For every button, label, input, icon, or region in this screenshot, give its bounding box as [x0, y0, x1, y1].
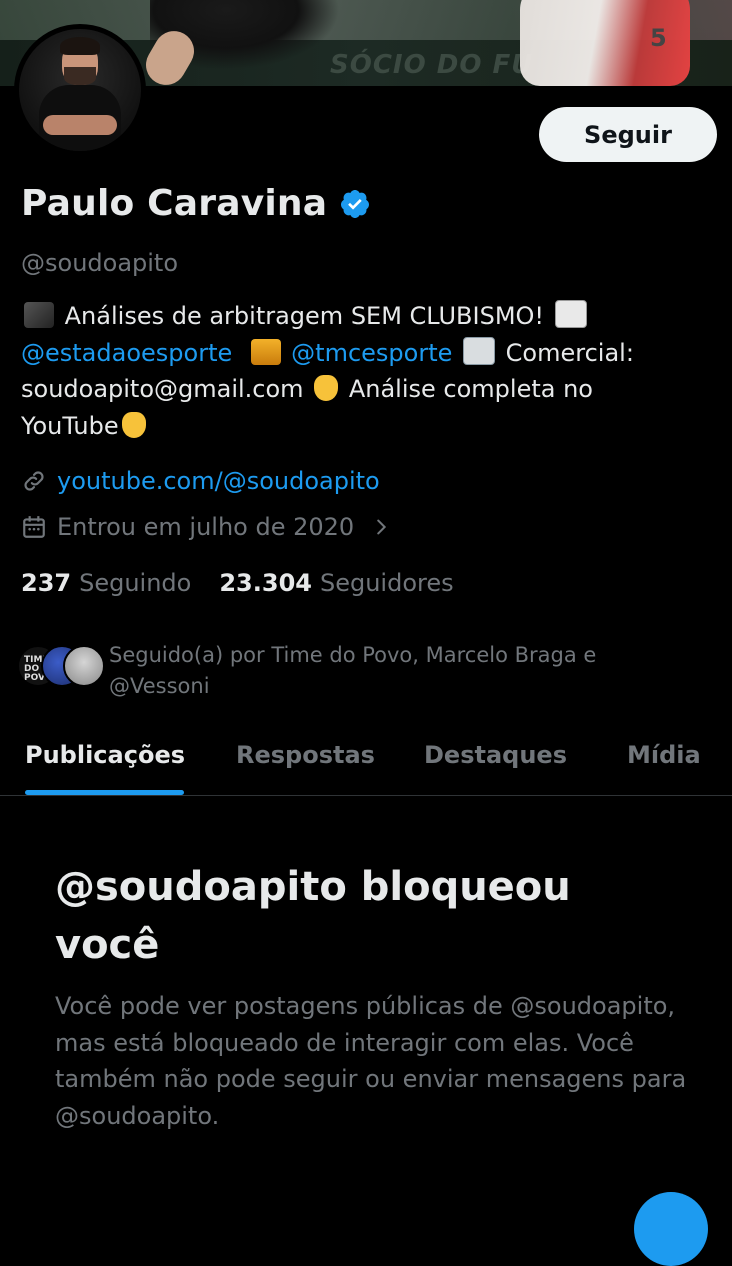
profile-handle: @soudoapito	[21, 249, 179, 277]
email-icon	[463, 336, 496, 365]
following-label: Seguindo	[79, 569, 192, 597]
radio-icon	[250, 338, 281, 365]
compose-button[interactable]	[634, 1192, 708, 1266]
active-tab-indicator	[25, 790, 184, 795]
bio-commercial: Comercial:	[505, 338, 634, 367]
tab-publicacoes[interactable]: Publicações	[25, 741, 185, 769]
bio-text: Análises de arbitragem SEM CLUBISMO!	[64, 302, 545, 330]
profile-website-link[interactable]: youtube.com/@soudoapito	[57, 467, 380, 495]
profile-name-row: Paulo Caravina	[21, 183, 371, 224]
profile-joined-text: Entrou em julho de 2020	[57, 513, 355, 541]
mention-estadaoesporte[interactable]: @estadaoesporte	[21, 339, 232, 367]
calendar-icon	[23, 516, 45, 538]
followed-by-row[interactable]: TIME DO POVO Seguido(a) por Time do Povo…	[17, 640, 629, 702]
avatar-beard	[64, 67, 96, 85]
followed-by-line2: @Vessoni	[109, 674, 210, 698]
profile-joined-row[interactable]: Entrou em julho de 2020	[21, 513, 392, 541]
avatar-arms	[43, 115, 117, 135]
followers-count: 23.304	[219, 569, 312, 597]
pointing-down-icon	[314, 375, 339, 401]
profile-bio: Análises de arbitragem SEM CLUBISMO! @es…	[21, 298, 721, 444]
blocked-title: @soudoapito bloqueou você	[55, 864, 571, 968]
followers-label: Seguidores	[319, 569, 454, 597]
chevron-right-icon	[377, 519, 387, 535]
banner-board-text: SÓCIO DO FU	[330, 50, 534, 80]
tab-destaques[interactable]: Destaques	[424, 741, 567, 769]
link-icon	[24, 471, 44, 491]
bio-analysis: Análise completa no	[348, 375, 593, 403]
avatar	[63, 645, 105, 687]
followed-by-avatars: TIME DO POVO	[17, 645, 105, 687]
tab-respostas[interactable]: Respostas	[236, 741, 375, 769]
follow-button[interactable]: Seguir	[539, 107, 717, 162]
following-count: 237	[21, 569, 72, 597]
followed-by-text: Seguido(a) por Time do Povo, Marcelo Bra…	[109, 640, 629, 702]
profile-avatar[interactable]	[14, 24, 146, 156]
banner-jersey-number: 5	[650, 24, 667, 52]
following-stat[interactable]: 237 Seguindo	[21, 569, 191, 597]
profile-tabs: Publicações Respostas Destaques Mídia	[0, 727, 732, 796]
verified-badge-icon[interactable]	[339, 188, 371, 220]
avatar-image	[19, 29, 141, 151]
follow-stats: 237 Seguindo 23.304 Seguidores	[21, 569, 454, 597]
avatar-hair	[60, 37, 100, 55]
bio-email: soudoapito@gmail.com	[21, 375, 304, 403]
followed-by-line1: Seguido(a) por Time do Povo, Marcelo Bra…	[109, 643, 597, 667]
newspaper-icon	[554, 300, 587, 328]
profile-website-row: youtube.com/@soudoapito	[21, 467, 380, 495]
profile-name: Paulo Caravina	[21, 183, 328, 224]
pointing-down-icon	[121, 411, 146, 438]
bio-youtube: YouTube	[21, 411, 119, 440]
mention-tmcesporte[interactable]: @tmcesporte	[291, 339, 452, 367]
followers-stat[interactable]: 23.304 Seguidores	[219, 569, 453, 597]
tab-midia[interactable]: Mídia	[627, 741, 701, 769]
movie-camera-icon	[24, 302, 54, 328]
blocked-description: Você pode ver postagens públicas de @sou…	[55, 992, 687, 1130]
